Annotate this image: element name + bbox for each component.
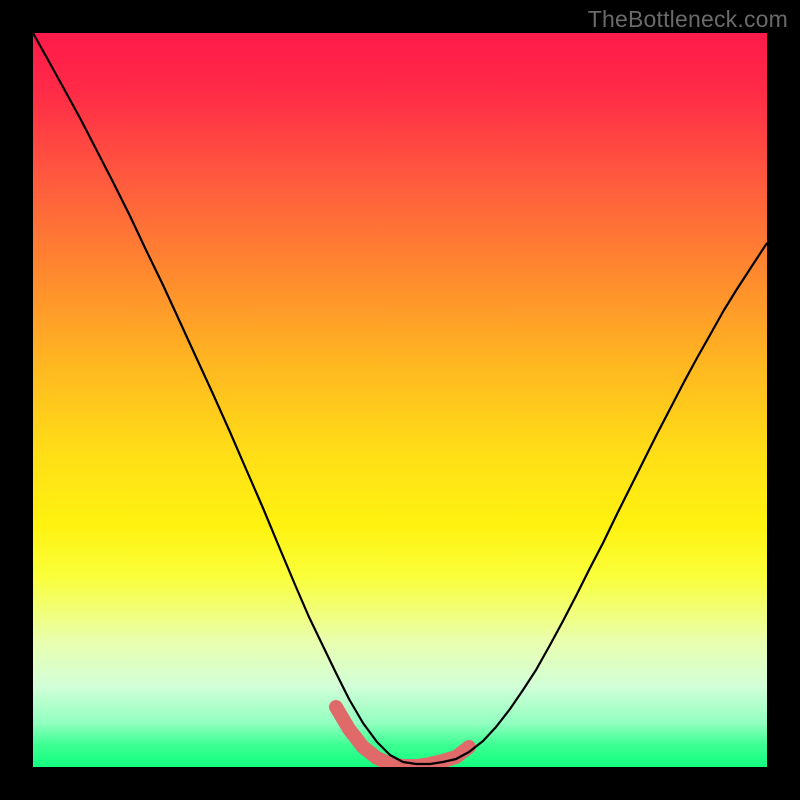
bottom-highlight-line xyxy=(336,707,469,766)
chart-svg xyxy=(33,33,767,767)
chart-frame: TheBottleneck.com xyxy=(0,0,800,800)
bottleneck-curve-line xyxy=(33,33,767,764)
chart-plot-area xyxy=(33,33,767,767)
watermark-text: TheBottleneck.com xyxy=(588,6,788,33)
